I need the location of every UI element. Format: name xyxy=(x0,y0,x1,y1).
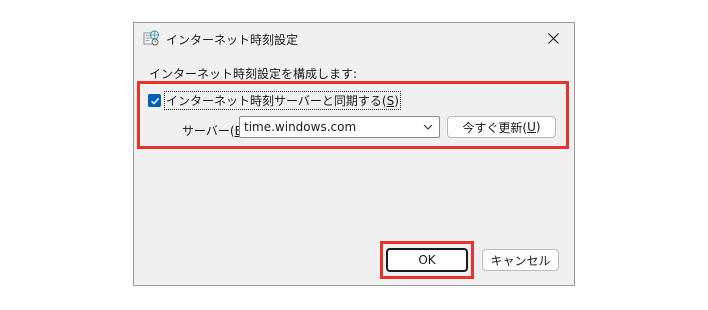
sync-label-text: インターネット時刻サーバーと同期する( xyxy=(166,94,387,108)
close-button[interactable] xyxy=(534,24,572,52)
cancel-button[interactable]: キャンセル xyxy=(482,249,559,271)
close-icon xyxy=(547,32,559,44)
update-label-text: 今すぐ更新( xyxy=(462,120,528,135)
internet-time-icon xyxy=(143,30,159,46)
checkmark-icon xyxy=(150,97,159,105)
update-accel-key: U xyxy=(527,120,536,134)
ok-button[interactable]: OK xyxy=(386,248,468,272)
update-label-end: ) xyxy=(535,120,541,134)
update-now-button[interactable]: 今すぐ更新(U) xyxy=(447,116,556,138)
server-value: time.windows.com xyxy=(244,120,357,134)
dialog-title: インターネット時刻設定 xyxy=(166,33,299,47)
sync-checkbox-label[interactable]: インターネット時刻サーバーと同期する(S) xyxy=(164,91,401,110)
title-bar: インターネット時刻設定 xyxy=(134,23,574,53)
server-combobox[interactable]: time.windows.com xyxy=(239,116,440,138)
sync-checkbox[interactable] xyxy=(148,94,161,107)
internet-time-settings-dialog: インターネット時刻設定 インターネット時刻設定を構成します: インターネット時刻… xyxy=(133,22,575,286)
sync-label-end: ) xyxy=(394,94,399,108)
config-heading: インターネット時刻設定を構成します: xyxy=(149,67,358,81)
chevron-down-icon[interactable] xyxy=(423,123,433,131)
server-label-text: サーバー( xyxy=(182,124,235,138)
